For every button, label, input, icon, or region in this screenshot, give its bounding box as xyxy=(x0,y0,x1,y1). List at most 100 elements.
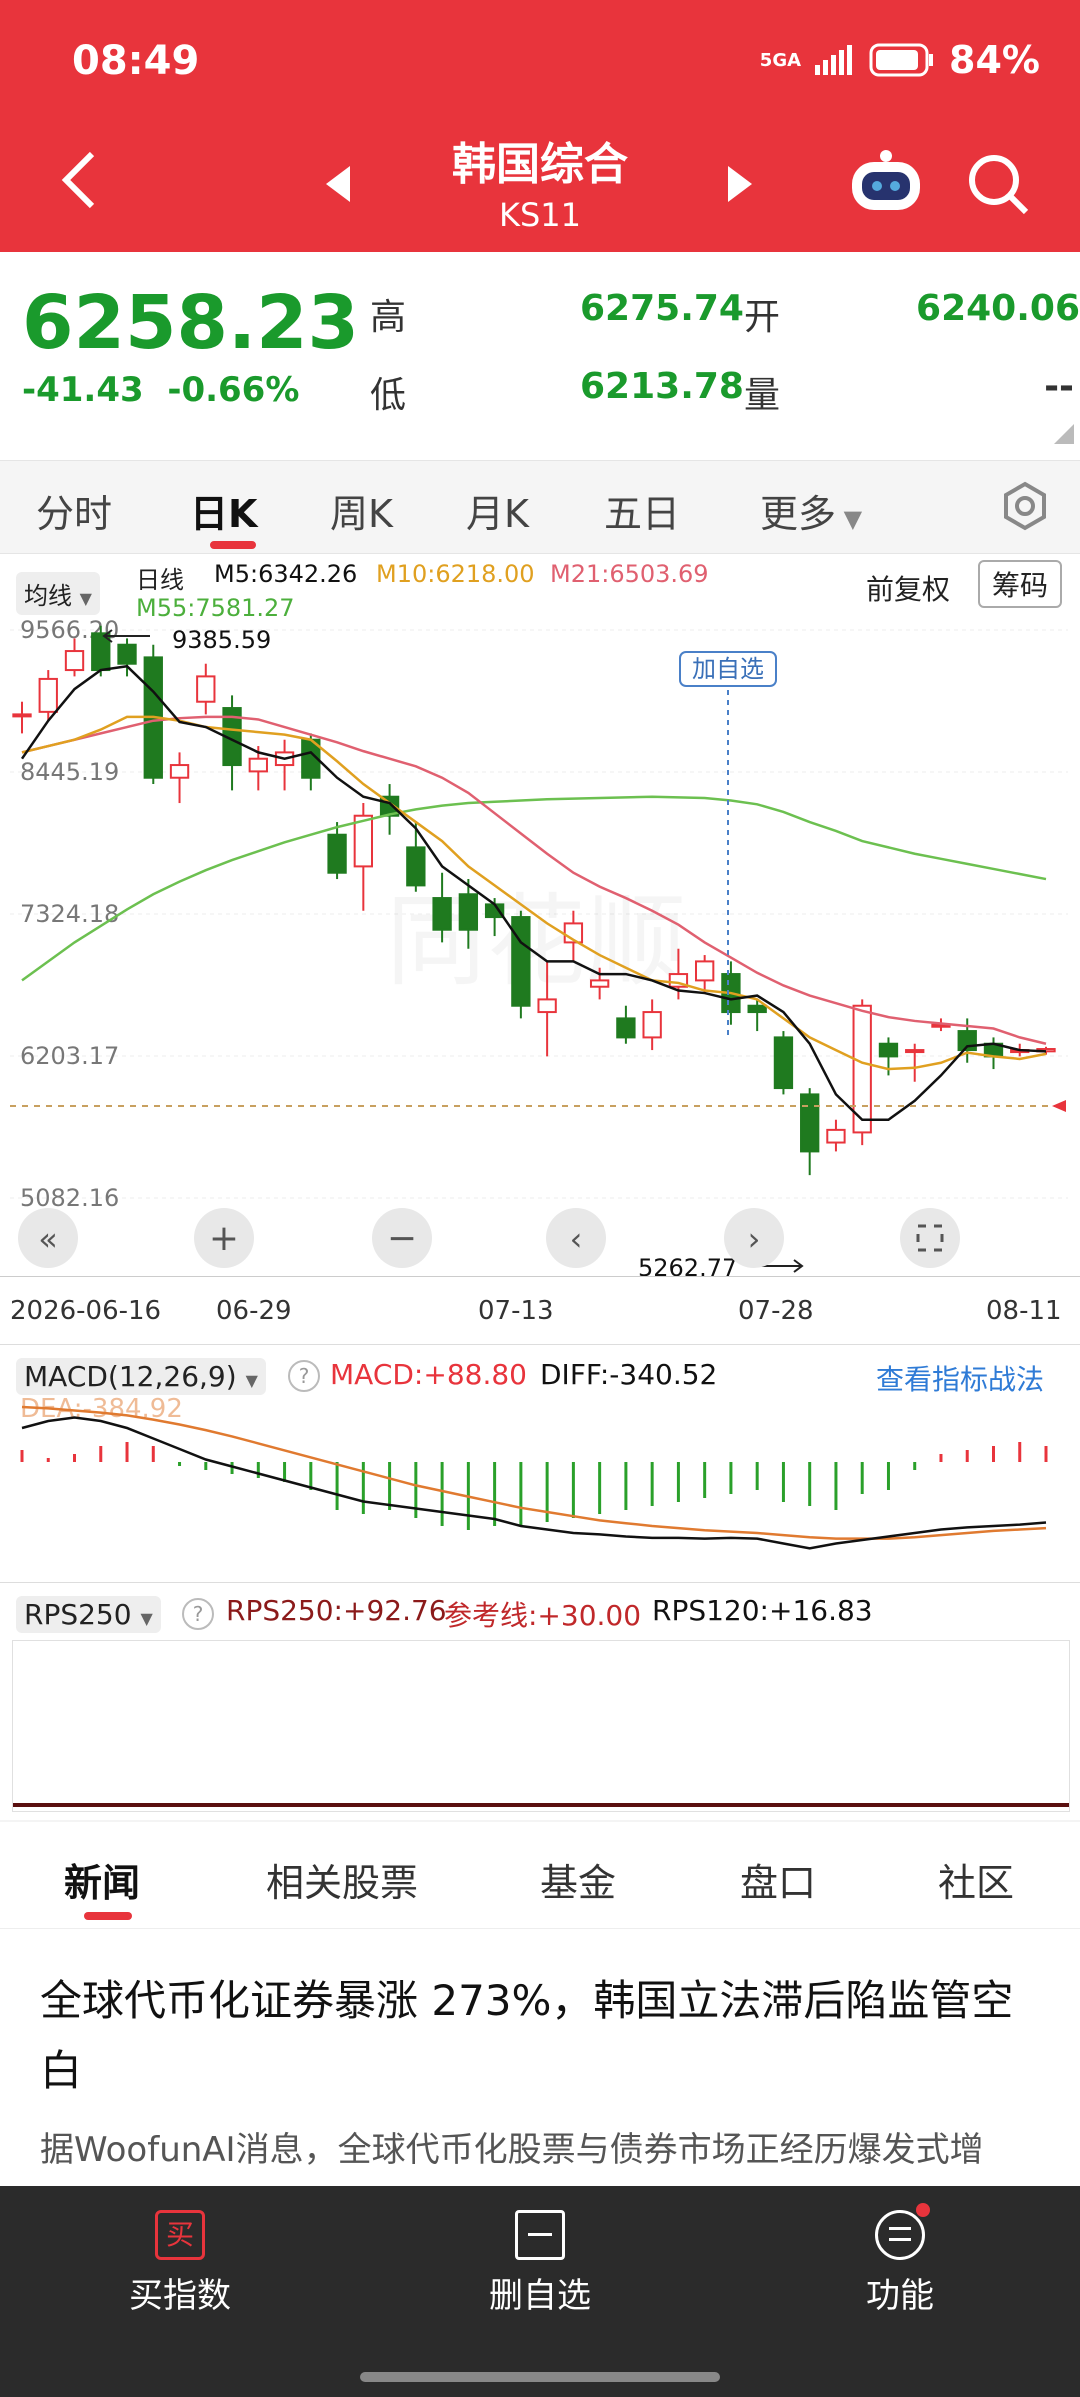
buy-index-label: 买指数 xyxy=(129,2276,231,2316)
candle-body xyxy=(905,1049,925,1054)
tab-news[interactable]: 新闻 xyxy=(64,1852,140,1907)
candle-body xyxy=(616,1017,636,1039)
candle-body xyxy=(196,675,216,703)
change-value: -41.43 xyxy=(22,370,144,410)
volume-label: 量 xyxy=(744,375,781,416)
tab-intraday[interactable]: 分时 xyxy=(36,483,112,538)
app-header: 08:49 5GA 84% 韩国综合 KS11 xyxy=(0,0,1080,252)
buy-icon: 买 xyxy=(155,2210,205,2260)
menu-circle-icon xyxy=(875,2203,930,2260)
candle-body xyxy=(12,713,32,718)
x-axis-line xyxy=(0,1276,1080,1281)
ma5-value: M5:6342.26 xyxy=(214,560,358,588)
settings-icon[interactable] xyxy=(1000,481,1050,531)
tab-more[interactable]: 更多 ▼ xyxy=(760,483,862,538)
ma21-value: M21:6503.69 xyxy=(550,560,709,588)
search-icon[interactable] xyxy=(966,152,1030,216)
ma55-value: M55:7581.27 xyxy=(136,594,295,622)
candle-body xyxy=(511,916,531,1007)
help-icon[interactable]: ? xyxy=(182,1598,214,1630)
functions-label: 功能 xyxy=(866,2276,934,2316)
expand-corner-icon[interactable] xyxy=(1054,424,1074,444)
kline-chart[interactable]: 同花顺 9566.208445.197324.186203.175082.16 … xyxy=(0,620,1080,1320)
next-stock-icon[interactable] xyxy=(728,166,752,202)
add-watch-label: 加自选 xyxy=(692,655,764,683)
tab-order-book[interactable]: 盘口 xyxy=(740,1852,816,1907)
rps-select-label: RPS250 xyxy=(24,1598,132,1631)
candle-body xyxy=(406,846,426,887)
status-bar-right: 5GA 84% xyxy=(760,38,1040,82)
candle-body xyxy=(458,893,479,931)
candle-body xyxy=(248,757,268,773)
rps-ref-value: 参考线:+30.00 xyxy=(444,1599,642,1632)
current-price: 6258.23 xyxy=(22,280,360,366)
ma10-value: M10:6218.00 xyxy=(376,560,535,588)
help-icon[interactable]: ? xyxy=(288,1360,320,1392)
tab-monthly-k[interactable]: 月K xyxy=(466,483,529,538)
rps-select[interactable]: RPS250 ▼ xyxy=(16,1596,161,1633)
plus-icon: + xyxy=(209,1218,239,1259)
panel-divider xyxy=(0,1582,1080,1583)
functions-button[interactable]: 功能 xyxy=(800,2203,1000,2317)
period-tabs: 分时 日K 周K 月K 五日 更多 ▼ xyxy=(0,460,1080,554)
candle-body xyxy=(64,650,85,672)
home-indicator xyxy=(360,2372,720,2382)
tab-five-day[interactable]: 五日 xyxy=(604,483,680,538)
fullscreen-button[interactable] xyxy=(900,1208,960,1268)
macd-lines xyxy=(21,1405,1047,1550)
rps-chart xyxy=(12,1640,1070,1812)
rps250-value: RPS250:+92.76 xyxy=(226,1594,447,1627)
y-axis-labels: 9566.208445.197324.186203.175082.16 xyxy=(20,620,119,1212)
tab-related-stocks[interactable]: 相关股票 xyxy=(266,1852,418,1907)
remove-watch-label: 删自选 xyxy=(489,2276,591,2316)
volume-value: -- xyxy=(1044,366,1074,407)
candle-body xyxy=(747,1004,767,1014)
chevron-left-icon: ‹ xyxy=(570,1220,583,1258)
tab-more-label: 更多 xyxy=(760,492,837,536)
macd-select-label: MACD(12,26,9) xyxy=(24,1360,237,1393)
rps-line xyxy=(13,1803,1069,1807)
macd-select[interactable]: MACD(12,26,9) ▼ xyxy=(16,1358,266,1395)
open-value: 6240.06 xyxy=(916,288,1080,329)
bottom-action-bar: 买 买指数 删自选 功能 xyxy=(0,2186,1080,2397)
candle-body xyxy=(432,897,452,931)
diff-line xyxy=(21,1416,1047,1550)
high-label: 高 xyxy=(370,297,407,338)
dropdown-icon: ▼ xyxy=(245,1371,258,1390)
dea-line xyxy=(21,1405,1047,1540)
dropdown-icon: ▼ xyxy=(140,1609,153,1628)
network-label: 5GA xyxy=(759,49,802,71)
watermark: 同花顺 xyxy=(386,883,686,1000)
daily-label: 日线 xyxy=(136,566,184,594)
news-headline[interactable]: 全球代币化证券暴涨 273%，韩国立法滞后陷监管空白 xyxy=(40,1966,1030,2106)
candle-body xyxy=(537,998,557,1014)
x-tick-3: 07-28 xyxy=(738,1296,814,1326)
buy-index-button[interactable]: 买 买指数 xyxy=(80,2210,280,2317)
tab-daily-k[interactable]: 日K xyxy=(190,483,257,538)
battery-icon xyxy=(869,43,934,77)
tab-funds[interactable]: 基金 xyxy=(540,1852,616,1907)
indicator-strategy-link[interactable]: 查看指标战法 xyxy=(876,1358,1044,1398)
tab-weekly-k[interactable]: 周K xyxy=(330,483,393,538)
chips-button[interactable]: 筹码 xyxy=(978,560,1063,608)
x-tick-2: 07-13 xyxy=(478,1296,554,1326)
candle-body xyxy=(589,979,610,988)
dropdown-icon: ▼ xyxy=(79,589,92,608)
adjust-option[interactable]: 前复权 xyxy=(866,568,950,608)
open-label: 开 xyxy=(744,297,781,338)
macd-value: MACD:+88.80 xyxy=(330,1358,527,1391)
news-snippet[interactable]: 据WoofunAI消息，全球代币化股票与债券市场正经历爆发式增 xyxy=(40,2122,1060,2171)
minus-box-icon xyxy=(515,2210,565,2260)
candle-body xyxy=(327,833,347,874)
candle-body xyxy=(695,960,715,982)
tab-community[interactable]: 社区 xyxy=(938,1852,1014,1907)
candle-body xyxy=(773,1036,794,1090)
y-tick-label: 5082.16 xyxy=(20,1184,119,1212)
y-tick-label: 6203.17 xyxy=(20,1042,119,1070)
ma-select[interactable]: 均线 ▼ xyxy=(16,572,100,615)
chevron-right-icon: › xyxy=(748,1220,761,1258)
candle-body xyxy=(826,1128,846,1144)
remove-watch-button[interactable]: 删自选 xyxy=(440,2210,640,2317)
robot-assistant-icon[interactable] xyxy=(848,148,924,214)
signal-icon xyxy=(815,45,853,75)
